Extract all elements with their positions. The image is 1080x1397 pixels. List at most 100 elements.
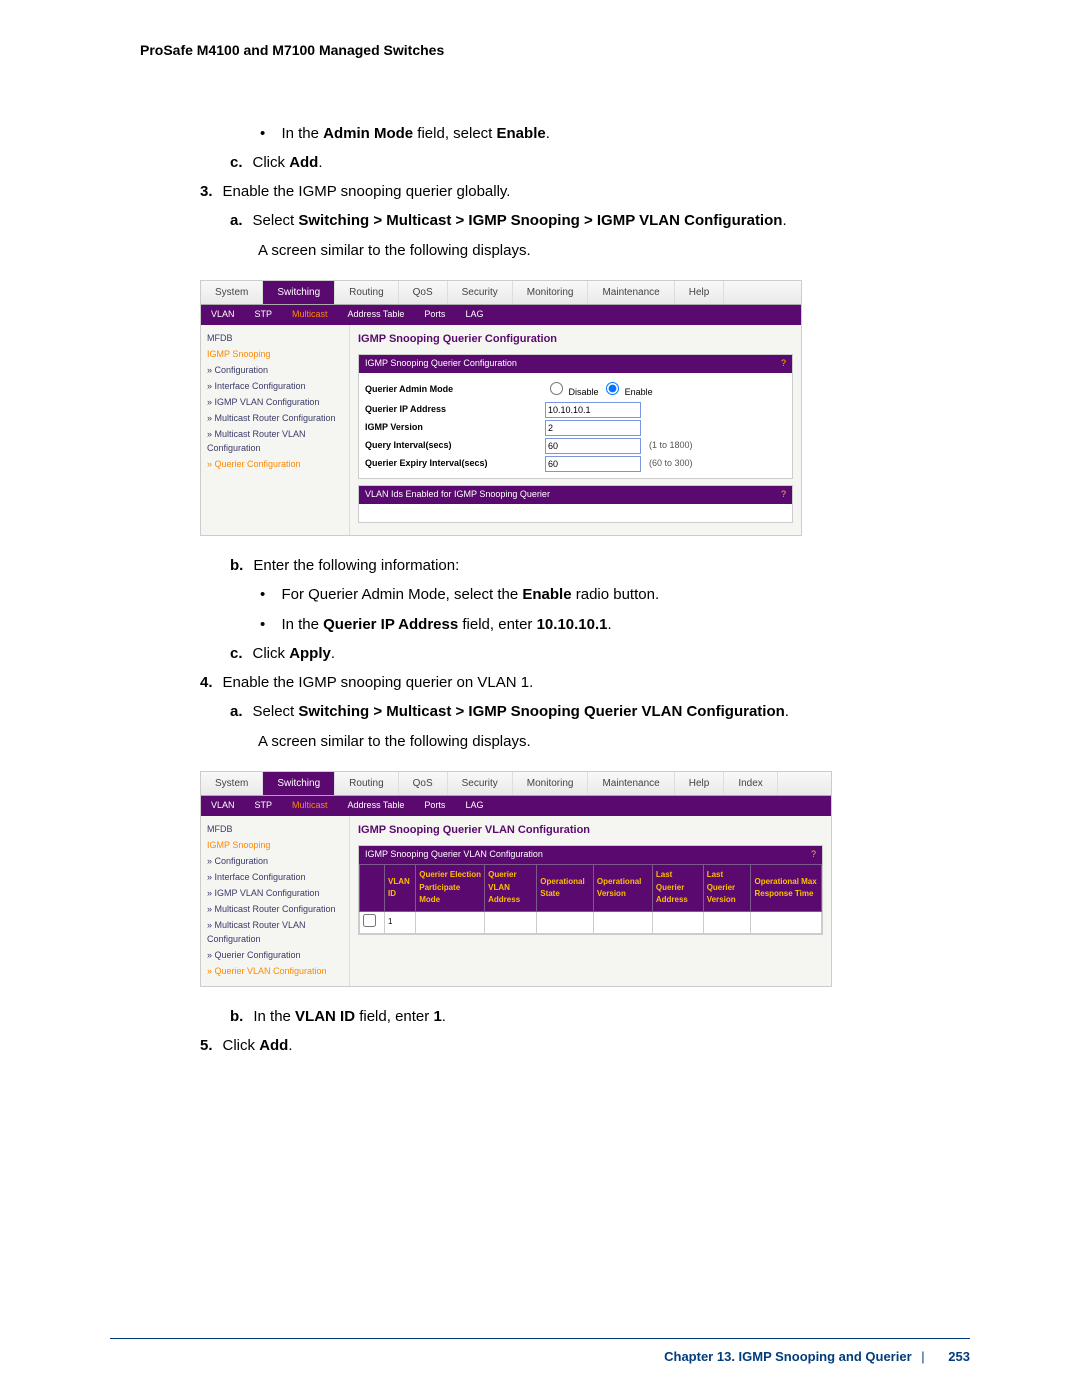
subtab-stp[interactable]: STP [245, 305, 283, 325]
tab-system[interactable]: System [201, 772, 263, 796]
cell-election[interactable] [416, 911, 485, 933]
nav-igmp-snooping[interactable]: IGMP Snooping [205, 838, 345, 854]
tab-routing[interactable]: Routing [335, 772, 398, 796]
nav-mrouter[interactable]: » Multicast Router Configuration [205, 902, 345, 918]
top-tabs2: System Switching Routing QoS Security Mo… [201, 772, 831, 797]
tab-qos[interactable]: QoS [399, 772, 448, 796]
hint-expiry: (60 to 300) [649, 457, 693, 471]
nav-igmp-vlan[interactable]: » IGMP VLAN Configuration [205, 395, 345, 411]
vlan-table: VLAN ID Querier Election Participate Mod… [359, 864, 822, 934]
footer-page: 253 [948, 1349, 970, 1364]
subtab-lag[interactable]: LAG [455, 305, 493, 325]
subtab-stp[interactable]: STP [245, 796, 283, 816]
nav-mrouter-vlan[interactable]: » Multicast Router VLAN Configuration [205, 427, 345, 457]
nav-igmp-vlan[interactable]: » IGMP VLAN Configuration [205, 886, 345, 902]
col-last-ver: Last Querier Version [703, 865, 751, 911]
nav-mfdb[interactable]: MFDB [205, 822, 345, 838]
tab-maintenance[interactable]: Maintenance [588, 772, 674, 796]
input-interval[interactable] [545, 438, 641, 454]
nav-igmp-snooping[interactable]: IGMP Snooping [205, 347, 345, 363]
nav-mfdb[interactable]: MFDB [205, 331, 345, 347]
nav-iface[interactable]: » Interface Configuration [205, 870, 345, 886]
nav-iface[interactable]: » Interface Configuration [205, 379, 345, 395]
col-election: Querier Election Participate Mode [416, 865, 485, 911]
subtabs2: VLAN STP Multicast Address Table Ports L… [201, 796, 831, 816]
row-checkbox[interactable] [363, 914, 376, 927]
radio-disable[interactable]: Disable [545, 379, 599, 400]
step-c-add: c.Click Add. [230, 151, 970, 174]
label-interval: Query Interval(secs) [365, 439, 545, 453]
col-check [360, 865, 385, 911]
content-title: IGMP Snooping Querier Configuration [358, 331, 793, 348]
step-4: 4.Enable the IGMP snooping querier on VL… [200, 671, 970, 694]
col-op-max: Operational Max Response Time [751, 865, 822, 911]
help-icon[interactable]: ? [781, 488, 786, 502]
radio-enable[interactable]: Enable [601, 379, 653, 400]
side-nav2: MFDB IGMP Snooping » Configuration » Int… [201, 816, 350, 985]
tab-help[interactable]: Help [675, 772, 725, 796]
hint-interval: (1 to 1800) [649, 439, 693, 453]
nav-mrouter-vlan[interactable]: » Multicast Router VLAN Configuration [205, 918, 345, 948]
top-tabs: System Switching Routing QoS Security Mo… [201, 281, 801, 306]
table-row[interactable]: 1 [360, 911, 822, 933]
subtab-ports[interactable]: Ports [414, 796, 455, 816]
label-expiry: Querier Expiry Interval(secs) [365, 457, 545, 471]
col-op-state: Operational State [537, 865, 594, 911]
tab-qos[interactable]: QoS [399, 281, 448, 305]
side-nav: MFDB IGMP Snooping » Configuration » Int… [201, 325, 350, 535]
step-3a: a.Select Switching > Multicast > IGMP Sn… [230, 209, 970, 232]
col-op-ver: Operational Version [593, 865, 652, 911]
step-5: 5.Click Add. [200, 1034, 970, 1057]
tab-system[interactable]: System [201, 281, 263, 305]
subtab-lag[interactable]: LAG [455, 796, 493, 816]
subtab-addr[interactable]: Address Table [338, 305, 415, 325]
step-3b: b.Enter the following information: [230, 554, 970, 577]
bullet-qam: For Querier Admin Mode, select the Enabl… [260, 583, 970, 606]
tab-switching[interactable]: Switching [263, 281, 335, 305]
step-3: 3.Enable the IGMP snooping querier globa… [200, 180, 970, 203]
label-admin-mode: Querier Admin Mode [365, 383, 545, 397]
input-ip[interactable] [545, 402, 641, 418]
cell-vlan-id[interactable]: 1 [385, 911, 416, 933]
bullet-admin-mode: In the Admin Mode field, select Enable. [260, 122, 970, 145]
nav-mrouter[interactable]: » Multicast Router Configuration [205, 411, 345, 427]
tab-routing[interactable]: Routing [335, 281, 398, 305]
input-version[interactable] [545, 420, 641, 436]
panel1-title: IGMP Snooping Querier Configuration [365, 357, 517, 371]
col-vlan-id: VLAN ID [385, 865, 416, 911]
subtab-multicast[interactable]: Multicast [282, 796, 338, 816]
tab-help[interactable]: Help [675, 281, 725, 305]
page-header: ProSafe M4100 and M7100 Managed Switches [140, 40, 970, 62]
tab-monitoring[interactable]: Monitoring [513, 281, 589, 305]
help-icon[interactable]: ? [781, 357, 786, 371]
footer-chapter: Chapter 13. IGMP Snooping and Querier [664, 1349, 912, 1364]
step-4a-after: A screen similar to the following displa… [258, 730, 970, 753]
subtab-multicast[interactable]: Multicast [282, 305, 338, 325]
step-4a: a.Select Switching > Multicast > IGMP Sn… [230, 700, 970, 723]
nav-config[interactable]: » Configuration [205, 363, 345, 379]
panel-title2: IGMP Snooping Querier VLAN Configuration [365, 848, 543, 862]
tab-maintenance[interactable]: Maintenance [588, 281, 674, 305]
tab-monitoring[interactable]: Monitoring [513, 772, 589, 796]
screenshot-querier-vlan: System Switching Routing QoS Security Mo… [200, 771, 832, 987]
input-expiry[interactable] [545, 456, 641, 472]
subtab-vlan[interactable]: VLAN [201, 796, 245, 816]
bullet-qip: In the Querier IP Address field, enter 1… [260, 613, 970, 636]
nav-querier[interactable]: » Querier Configuration [205, 457, 345, 473]
tab-switching[interactable]: Switching [263, 772, 335, 796]
tab-security[interactable]: Security [448, 281, 513, 305]
help-icon[interactable]: ? [811, 848, 816, 862]
nav-querier-vlan[interactable]: » Querier VLAN Configuration [205, 964, 345, 980]
subtab-ports[interactable]: Ports [414, 305, 455, 325]
panel2-title: VLAN Ids Enabled for IGMP Snooping Queri… [365, 488, 550, 502]
nav-config[interactable]: » Configuration [205, 854, 345, 870]
tab-security[interactable]: Security [448, 772, 513, 796]
step-4b: b.In the VLAN ID field, enter 1. [230, 1005, 970, 1028]
col-last-addr: Last Querier Address [652, 865, 703, 911]
step-3a-after: A screen similar to the following displa… [258, 239, 970, 262]
screenshot-querier-config: System Switching Routing QoS Security Mo… [200, 280, 802, 536]
tab-index[interactable]: Index [724, 772, 777, 796]
subtab-vlan[interactable]: VLAN [201, 305, 245, 325]
subtab-addr[interactable]: Address Table [338, 796, 415, 816]
nav-querier[interactable]: » Querier Configuration [205, 948, 345, 964]
